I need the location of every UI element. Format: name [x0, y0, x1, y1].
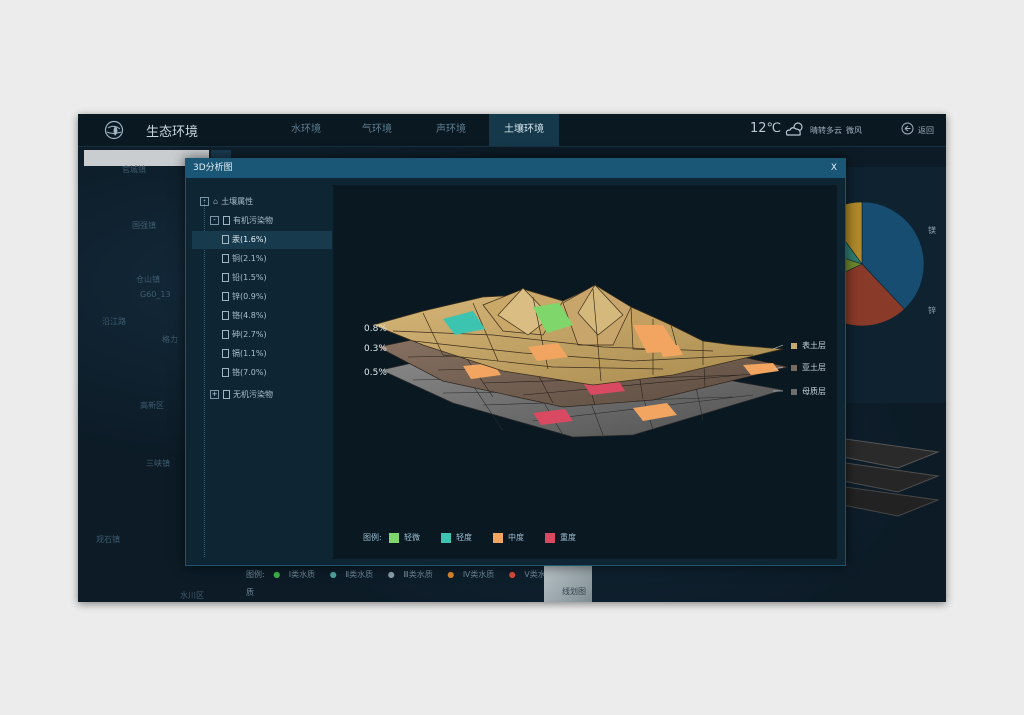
severity-legend-item: 重度: [545, 531, 576, 545]
wind-level: 微风: [846, 126, 862, 135]
map-place-label: 国强镇: [132, 221, 156, 230]
tree-item[interactable]: 镉(1.1%): [222, 345, 267, 363]
tab-soil[interactable]: 土壤环境: [489, 114, 559, 146]
tree-item[interactable]: 铬(7.0%): [222, 364, 267, 382]
document-icon: [222, 330, 229, 339]
severity-legend-item: 轻度: [441, 531, 472, 545]
tree-guide-line: [204, 199, 205, 557]
terrain-3d-surfaces: [371, 284, 789, 438]
map-place-label: 仓山镇: [136, 275, 160, 284]
tree-item[interactable]: 铜(2.1%): [222, 250, 267, 268]
document-icon: [222, 273, 229, 282]
map-place-label: G60_13: [140, 290, 171, 299]
layer-legend-item: 母质层: [791, 386, 826, 397]
globe-leaf-icon: [104, 120, 124, 140]
document-icon: [222, 292, 229, 301]
pie-label: 镁: [928, 226, 936, 235]
tree-item[interactable]: 砷(2.7%): [222, 326, 267, 344]
partly-cloudy-icon: [785, 122, 803, 136]
depth-label: 0.8%: [364, 324, 387, 334]
analysis-3d-dialog: 3D分析图 X - ⌂ 土壤属性 - 有机污染物 汞(1.6%) 铜(2.1%) 铅(…: [185, 158, 846, 566]
tab-air[interactable]: 气环境: [342, 114, 412, 146]
tab-noise[interactable]: 声环境: [416, 114, 486, 146]
document-icon: [222, 349, 229, 358]
map-place-label: 高新区: [140, 401, 164, 410]
legend-prefix: 图例:: [246, 570, 265, 579]
legend-item: ● Ⅰ类水质: [273, 570, 316, 579]
document-icon: [222, 311, 229, 320]
document-icon: [223, 390, 230, 399]
background-layer-stack: [838, 437, 940, 517]
map-place-label: 沿江路: [102, 317, 126, 326]
collapse-icon[interactable]: -: [200, 197, 209, 206]
top-bar: 生态环境 水环境 气环境 声环境 土壤环境 12℃ 晴转多云 微风 返回: [78, 114, 946, 147]
map-place-label: 三峡镇: [146, 459, 170, 468]
weather-description: 晴转多云: [810, 126, 842, 135]
tree-item[interactable]: 锌(0.9%): [222, 288, 267, 306]
layer-legend-item: 表土层: [791, 340, 826, 351]
legend-item: ● Ⅱ类水质: [329, 570, 374, 579]
map-place-label: 官城镇: [122, 165, 146, 174]
home-icon: ⌂: [213, 197, 219, 206]
map-place-label: 观石镇: [96, 535, 120, 544]
attribute-tree: - ⌂ 土壤属性 - 有机污染物 汞(1.6%) 铜(2.1%) 铅(1.5%) 锌(…: [192, 185, 332, 560]
close-button[interactable]: X: [831, 159, 837, 178]
dialog-header[interactable]: 3D分析图 X: [186, 159, 845, 178]
pie-chart: [799, 201, 925, 327]
water-quality-legend: 图例: ● Ⅰ类水质 ● Ⅱ类水质 ● Ⅲ类水质 ● Ⅳ类水质 ● Ⅴ类水质: [246, 566, 546, 597]
layer-swatch: [791, 364, 797, 371]
tab-water[interactable]: 水环境: [271, 114, 341, 146]
expand-icon[interactable]: +: [210, 390, 219, 399]
pie-label: 锌: [928, 306, 936, 315]
document-icon: [222, 235, 229, 244]
collapse-icon[interactable]: -: [210, 216, 219, 225]
dialog-title: 3D分析图: [193, 163, 233, 173]
app-title: 生态环境: [146, 125, 199, 140]
document-icon: [222, 254, 229, 263]
legend-item: ● Ⅳ类水质: [447, 570, 495, 579]
depth-label: 0.3%: [364, 344, 387, 354]
document-icon: [222, 368, 229, 377]
tree-item[interactable]: 铬(4.8%): [222, 307, 267, 325]
soil-3d-plot[interactable]: 0.8% 0.3% 0.5% 表土层 亚土层 母质层 图例: 轻微 轻度 中度 …: [333, 185, 837, 559]
tree-group-inorganic[interactable]: + 无机污染物: [210, 386, 273, 404]
tree-item[interactable]: 汞(1.6%): [192, 231, 332, 249]
temperature: 12℃: [750, 121, 782, 136]
tree-root[interactable]: - ⌂ 土壤属性: [200, 193, 253, 211]
layer-legend-item: 亚土层: [791, 362, 826, 373]
layer-swatch: [791, 388, 797, 395]
tree-group-organic[interactable]: - 有机污染物: [210, 212, 273, 230]
back-button[interactable]: 返回: [918, 125, 934, 136]
depth-label: 0.5%: [364, 368, 387, 378]
map-place-label: 格力: [162, 335, 178, 344]
tree-item[interactable]: 铅(1.5%): [222, 269, 267, 287]
legend-item: ● Ⅲ类水质: [387, 570, 433, 579]
severity-legend-item: 中度: [493, 531, 524, 545]
severity-legend-label: 图例:: [363, 533, 382, 542]
document-icon: [223, 216, 230, 225]
map-thumbnail-label: 线划图: [562, 587, 586, 596]
back-icon[interactable]: [901, 122, 914, 135]
map-place-label: 水川区: [180, 591, 204, 600]
severity-legend-item: 轻微: [389, 531, 420, 545]
layer-swatch: [791, 342, 797, 349]
stats-side-panel: 镁 锌: [799, 167, 946, 403]
